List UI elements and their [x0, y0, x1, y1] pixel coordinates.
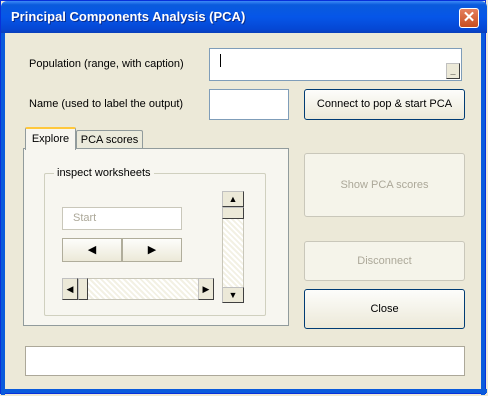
range-picker-icon[interactable]: _: [446, 63, 460, 79]
connect-button[interactable]: Connect to pop & start PCA: [304, 89, 465, 120]
close-button[interactable]: Close: [304, 289, 465, 329]
arrow-left-icon: ◀: [87, 244, 97, 256]
scroll-thumb[interactable]: [78, 278, 88, 300]
window-title: Principal Components Analysis (PCA): [11, 9, 246, 24]
text-cursor: [220, 54, 221, 67]
name-label: Name (used to label the output): [29, 98, 184, 110]
window-frame-bottom: [1, 389, 487, 393]
close-icon[interactable]: ✕: [459, 8, 479, 28]
pca-dialog: Principal Components Analysis (PCA) ✕ Po…: [0, 0, 487, 395]
arrow-right-icon[interactable]: ▶: [198, 278, 214, 300]
previous-sheet-button[interactable]: ◀: [62, 238, 122, 262]
title-bar[interactable]: Principal Components Analysis (PCA) ✕: [1, 1, 487, 33]
population-label: Population (range, with caption): [29, 58, 184, 70]
show-pca-scores-button[interactable]: Show PCA scores: [304, 153, 465, 217]
tab-explore[interactable]: Explore: [25, 127, 76, 150]
start-field[interactable]: Start: [62, 207, 182, 230]
arrow-up-icon[interactable]: ▲: [222, 191, 244, 207]
population-input[interactable]: _: [209, 48, 462, 81]
status-box: [25, 346, 465, 376]
scroll-thumb-vertical[interactable]: [222, 207, 244, 219]
window-frame-left: [1, 33, 5, 395]
tab-pca-scores[interactable]: PCA scores: [76, 130, 143, 149]
arrow-down-icon[interactable]: ▼: [222, 287, 244, 303]
disconnect-button[interactable]: Disconnect: [304, 241, 465, 281]
group-label: inspect worksheets: [54, 167, 154, 179]
name-input[interactable]: [209, 89, 289, 120]
arrow-left-icon[interactable]: ◀: [62, 278, 78, 300]
arrow-right-icon: ▶: [147, 244, 157, 256]
explore-tab-panel: inspect worksheets Start ◀ ▶ ◀ ▶ ▲ ▼: [23, 148, 289, 326]
next-sheet-button[interactable]: ▶: [122, 238, 182, 262]
window-frame-right: [481, 33, 485, 395]
